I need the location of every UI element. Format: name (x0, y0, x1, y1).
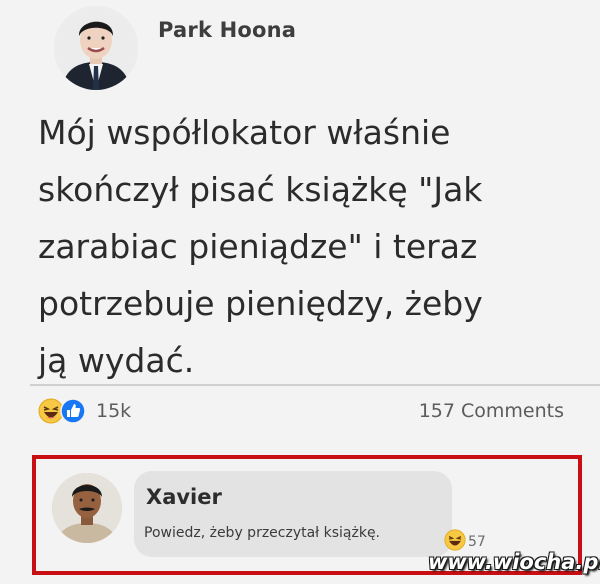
post-card: Park Hoona Mój współlokator właśnie skoń… (0, 0, 600, 584)
haha-reaction-icon (444, 529, 466, 551)
comment-text: Powiedz, żeby przeczytał książkę. (144, 525, 381, 541)
comment-reaction-count: 57 (468, 534, 486, 550)
commenter-name[interactable]: Xavier (146, 485, 222, 509)
like-reaction-icon (60, 398, 86, 424)
reaction-count: 15k (96, 400, 132, 422)
comments-count-link[interactable]: 157 Comments (419, 400, 564, 422)
comment-bubble[interactable]: Xavier Powiedz, żeby przeczytał książkę. (134, 471, 452, 557)
commenter-avatar[interactable] (52, 473, 122, 543)
post-author-name[interactable]: Park Hoona (158, 18, 296, 42)
author-avatar[interactable] (54, 6, 138, 90)
divider (30, 384, 600, 386)
watermark: www.wiocha.pl (428, 550, 600, 574)
post-text: Mój współlokator właśnie skończył pisać … (38, 113, 483, 380)
